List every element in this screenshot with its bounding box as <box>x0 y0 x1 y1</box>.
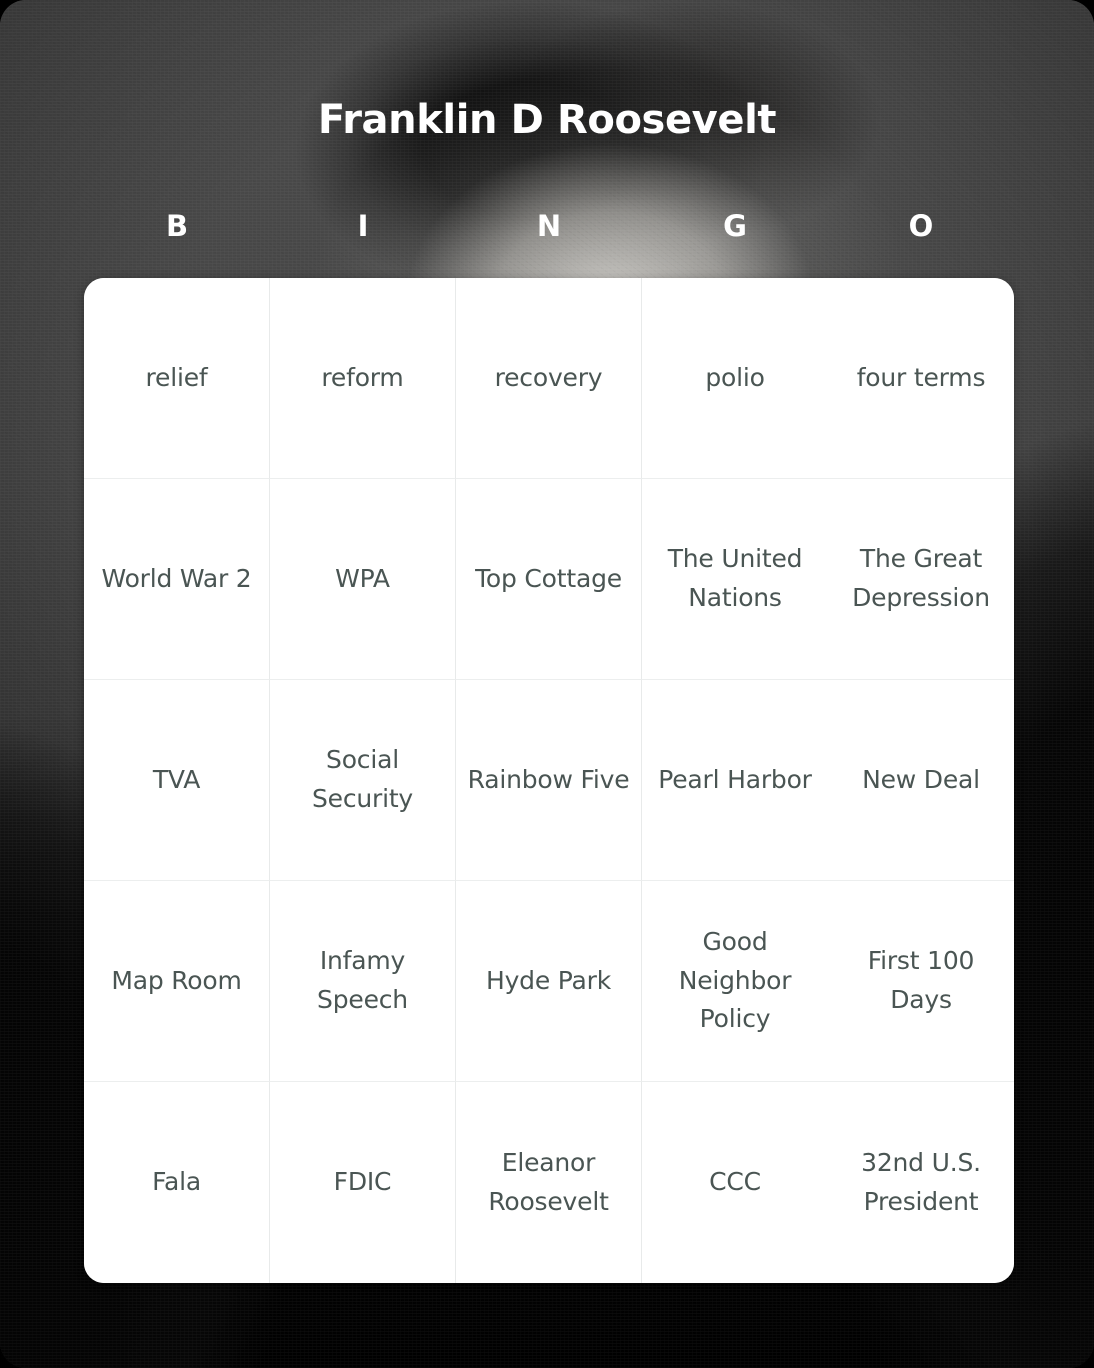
bingo-card-page: Franklin D Roosevelt B I N G O relief re… <box>0 0 1094 1368</box>
bingo-cell[interactable]: reform <box>270 278 456 479</box>
bingo-cell-label: Good Neighbor Policy <box>678 926 792 1034</box>
bingo-cell-label: World War 2 <box>101 563 252 593</box>
bingo-cell-label: Hyde Park <box>485 965 612 995</box>
bingo-cell[interactable]: World War 2 <box>84 479 270 680</box>
page-title: Franklin D Roosevelt <box>317 97 777 143</box>
bingo-cell[interactable]: Social Security <box>270 680 456 881</box>
bingo-cell[interactable]: Top Cottage <box>456 479 642 680</box>
bingo-cell-label: WPA <box>335 563 390 593</box>
bingo-grid: relief reform recovery polio four terms … <box>84 278 1014 1283</box>
bingo-cell[interactable]: Infamy Speech <box>270 881 456 1082</box>
bingo-cell[interactable]: TVA <box>84 680 270 881</box>
bingo-cell[interactable]: Map Room <box>84 881 270 1082</box>
bingo-cell-label: TVA <box>152 764 201 794</box>
bingo-header-letter-i: I <box>357 209 369 243</box>
bingo-header-letter-n: N <box>536 209 562 243</box>
bingo-cell-label: recovery <box>494 362 603 392</box>
bingo-cell[interactable]: First 100 Days <box>828 881 1014 1082</box>
bingo-cell[interactable]: Pearl Harbor <box>642 680 828 881</box>
bingo-cell-label: First 100 Days <box>867 946 975 1014</box>
bingo-cell-label: FDIC <box>333 1167 392 1197</box>
bingo-cell[interactable]: Eleanor Roosevelt <box>456 1082 642 1283</box>
bingo-cell[interactable]: WPA <box>270 479 456 680</box>
bingo-cell-label: CCC <box>709 1167 761 1197</box>
bingo-cell[interactable]: relief <box>84 278 270 479</box>
bingo-header-letter-g: G <box>723 209 747 243</box>
bingo-cell-label: Fala <box>152 1167 201 1197</box>
bingo-cell[interactable]: New Deal <box>828 680 1014 881</box>
bingo-cell-label: New Deal <box>862 764 980 794</box>
bingo-cell-label: reform <box>321 362 404 392</box>
bingo-cell-label: The Great Depression <box>852 544 990 612</box>
bingo-cell-label: Social Security <box>311 745 414 813</box>
bingo-cell-label: Map Room <box>111 965 242 995</box>
bingo-cell[interactable]: recovery <box>456 278 642 479</box>
card-content: Franklin D Roosevelt B I N G O relief re… <box>0 0 1094 1368</box>
bingo-cell[interactable]: 32nd U.S. President <box>828 1082 1014 1283</box>
bingo-cell-label: 32nd U.S. President <box>861 1147 981 1216</box>
bingo-cell[interactable]: Fala <box>84 1082 270 1283</box>
bingo-cell-label: Infamy Speech <box>317 946 408 1014</box>
bingo-cell[interactable]: CCC <box>642 1082 828 1283</box>
bingo-cell[interactable]: Hyde Park <box>456 881 642 1082</box>
bingo-cell[interactable]: FDIC <box>270 1082 456 1283</box>
bingo-header-letter-o: O <box>908 209 934 243</box>
bingo-header-letter-b: B <box>165 209 189 243</box>
bingo-cell-label: Eleanor Roosevelt <box>488 1147 609 1216</box>
bingo-cell-label: Rainbow Five <box>467 764 630 794</box>
bingo-cell[interactable]: Rainbow Five <box>456 680 642 881</box>
bingo-cell-label: Pearl Harbor <box>658 764 812 794</box>
bingo-cell-label: polio <box>705 362 765 392</box>
bingo-cell[interactable]: Good Neighbor Policy <box>642 881 828 1082</box>
bingo-column-headers: B I N G O <box>84 212 1014 241</box>
bingo-cell[interactable]: polio <box>642 278 828 479</box>
bingo-cell-label: The United Nations <box>667 544 803 612</box>
bingo-cell[interactable]: The Great Depression <box>828 479 1014 680</box>
bingo-cell-label: Top Cottage <box>475 563 622 593</box>
bingo-cell-label: four terms <box>856 362 986 392</box>
bingo-cell[interactable]: four terms <box>828 278 1014 479</box>
bingo-cell-label: relief <box>145 362 208 392</box>
bingo-cell[interactable]: The United Nations <box>642 479 828 680</box>
